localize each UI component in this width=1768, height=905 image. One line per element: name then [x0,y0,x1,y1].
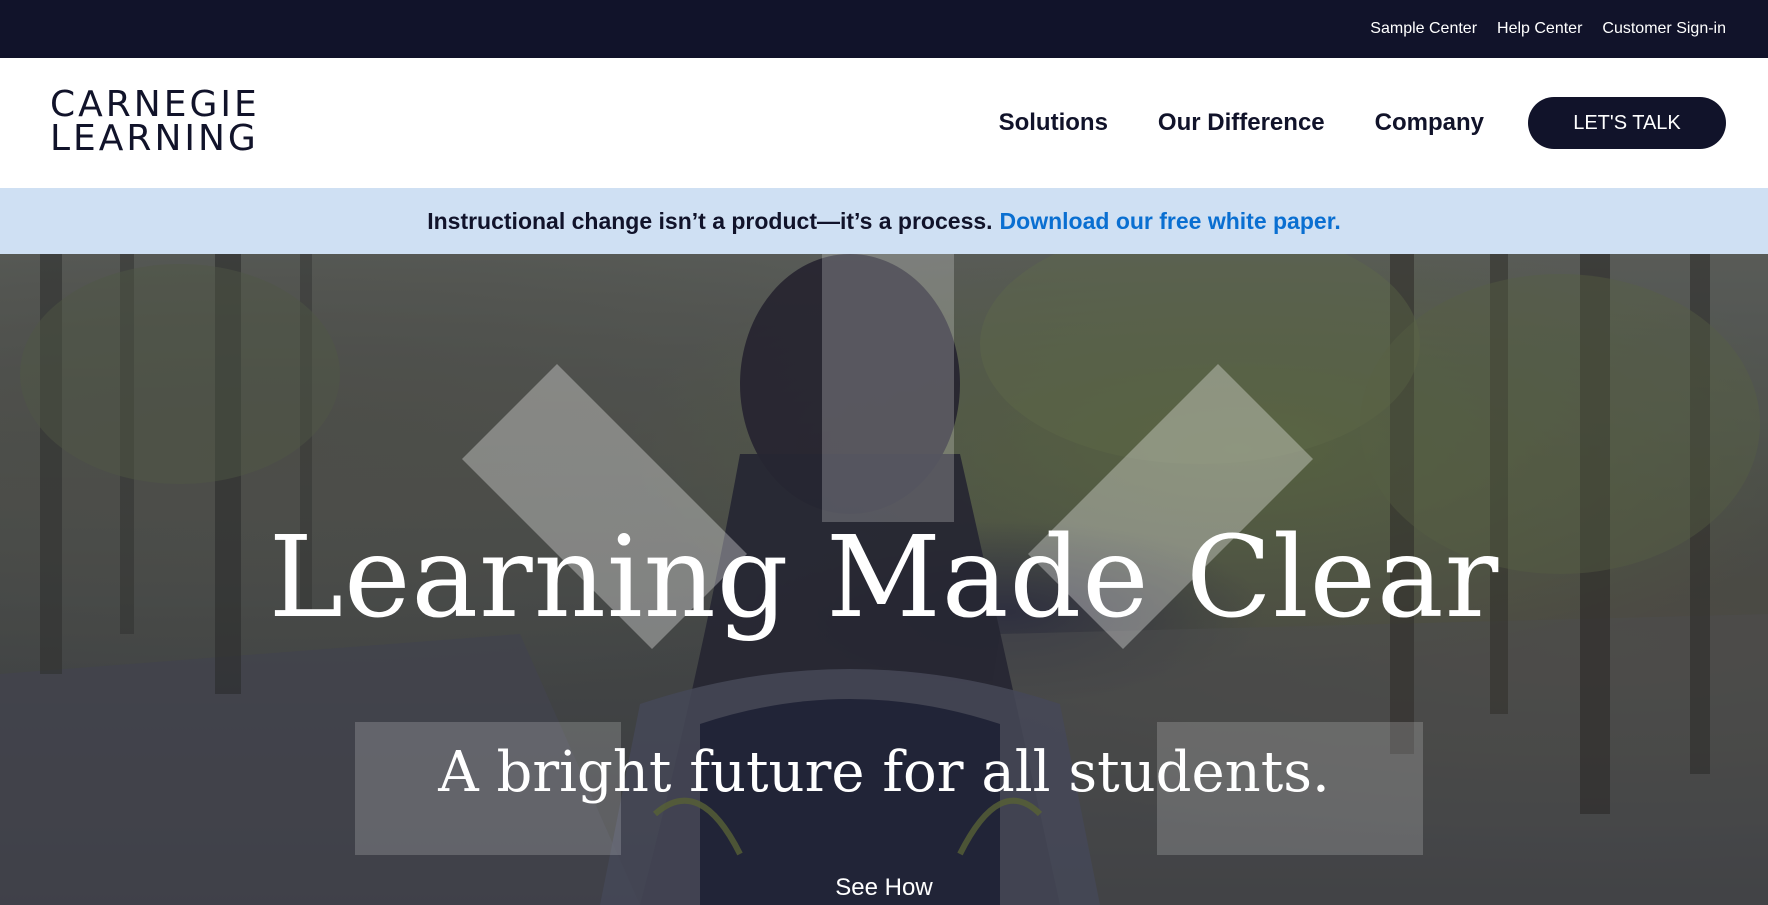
announcement-bar: Instructional change isn’t a product—it’… [0,188,1768,254]
main-header: CARNEGIE LEARNING Solutions Our Differen… [0,58,1768,188]
nav-item-company[interactable]: Company [1375,109,1484,137]
hero-subtitle: A bright future for all students. [438,740,1330,805]
nav-item-our-difference[interactable]: Our Difference [1158,109,1325,137]
see-how-link[interactable]: See How [0,874,1768,902]
help-center-link[interactable]: Help Center [1497,20,1582,38]
sample-center-link[interactable]: Sample Center [1370,20,1477,38]
nav-item-solutions[interactable]: Solutions [999,109,1108,137]
logo-line-learning: LEARNING [50,118,259,159]
hero-section: Learning Made Clear A bright future for … [0,254,1768,905]
utility-bar: Sample Center Help Center Customer Sign-… [0,0,1768,58]
hero-title: Learning Made Clear [268,513,1500,643]
white-paper-link[interactable]: Download our free white paper. [1000,208,1341,235]
logo-line-carnegie: CARNEGIE [50,84,260,125]
lets-talk-button[interactable]: LET'S TALK [1528,97,1726,149]
customer-sign-in-link[interactable]: Customer Sign-in [1602,20,1726,38]
carnegie-learning-logo[interactable]: CARNEGIE LEARNING [50,84,270,159]
primary-nav: Solutions Our Difference Company LET'S T… [999,58,1726,188]
announcement-text: Instructional change isn’t a product—it’… [427,207,993,234]
